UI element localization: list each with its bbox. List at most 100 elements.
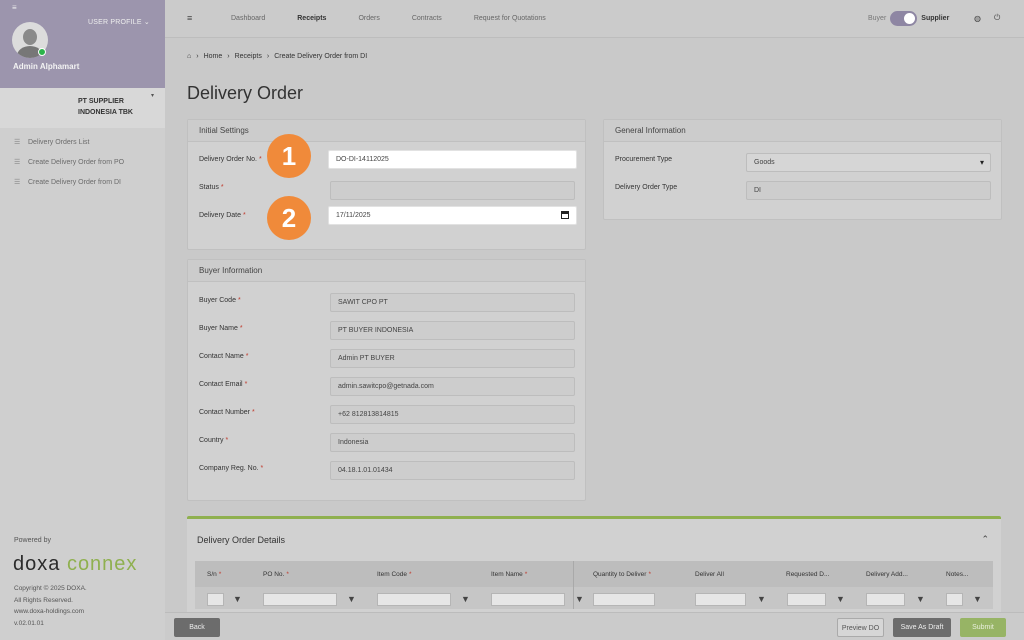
filter-delivery-address-input[interactable]	[866, 593, 905, 606]
col-qty-to-deliver[interactable]: Quantity to Deliver *	[593, 571, 651, 578]
filter-icon[interactable]: ▼	[973, 594, 982, 604]
col-requested-date[interactable]: Requested D...	[786, 571, 829, 578]
chevron-up-icon[interactable]: ⌃	[981, 534, 989, 545]
supplier-label: Supplier	[921, 15, 950, 22]
calendar-icon[interactable]	[561, 211, 569, 219]
top-nav: Dashboard Receipts Orders Contracts Requ…	[231, 15, 578, 22]
do-type-field: DI	[746, 181, 991, 200]
buyer-code-label: Buyer Code *	[199, 297, 241, 304]
filter-icon[interactable]: ▼	[836, 594, 845, 604]
footer-info: Copyright © 2025 DOXA. All Rights Reserv…	[14, 583, 87, 629]
contact-name-field: Admin PT BUYER	[330, 349, 575, 368]
col-po-no[interactable]: PO No. *	[263, 571, 289, 578]
buyer-label: Buyer	[868, 15, 887, 22]
col-sn[interactable]: S/n *	[207, 571, 221, 578]
filter-requested-date-input[interactable]	[787, 593, 826, 606]
filter-item-name-input[interactable]	[491, 593, 565, 606]
contact-number-field: +62 812813814815	[330, 405, 575, 424]
general-information-title: General Information	[604, 120, 1001, 142]
save-as-draft-button[interactable]: Save As Draft	[893, 618, 951, 637]
initial-settings-title: Initial Settings	[188, 120, 585, 142]
filter-icon[interactable]: ▼	[757, 594, 766, 604]
company-name: PT SUPPLIER INDONESIA TBK	[78, 98, 133, 116]
col-item-name[interactable]: Item Name *	[491, 571, 527, 578]
breadcrumb-home[interactable]: Home	[204, 53, 223, 60]
caret-down-icon[interactable]: ▾	[151, 92, 154, 99]
do-type-label: Delivery Order Type	[615, 184, 678, 191]
nav-orders[interactable]: Orders	[358, 15, 379, 22]
sidebar-item-label: Create Delivery Order from DI	[28, 178, 121, 186]
preview-do-button[interactable]: Preview DO	[837, 618, 884, 637]
buyer-information-title: Buyer Information	[188, 260, 585, 282]
filter-icon[interactable]: ▼	[461, 594, 470, 604]
nav-dashboard[interactable]: Dashboard	[231, 15, 265, 22]
filter-icon[interactable]: ▼	[575, 594, 584, 604]
sidebar-item-label: Create Delivery Order from PO	[28, 158, 125, 166]
procurement-type-select[interactable]: Goods ▾	[746, 153, 991, 172]
sidebar-item-create-do-from-po[interactable]: ☰ Create Delivery Order from PO	[14, 152, 124, 172]
details-grid-filter-row: ▼ ▼ ▼ ▼ ▼ ▼ ▼ ▼	[195, 587, 993, 609]
contact-name-label: Contact Name *	[199, 353, 249, 360]
submit-button[interactable]: Submit	[960, 618, 1006, 637]
filter-po-no-input[interactable]	[263, 593, 337, 606]
nav-contracts[interactable]: Contracts	[412, 15, 442, 22]
role-switch: Buyer Supplier	[868, 11, 949, 26]
step-badge-2: 2	[267, 196, 311, 240]
hamburger-icon[interactable]: ≡	[187, 13, 192, 23]
delivery-order-no-input[interactable]: DO-DI-14112025	[328, 150, 577, 169]
copyright-text: Copyright © 2025 DOXA.	[14, 585, 87, 592]
list-icon: ☰	[14, 139, 21, 146]
breadcrumb-separator-icon: ›	[227, 53, 230, 60]
company-reg-label: Company Reg. No. *	[199, 465, 264, 472]
filter-item-code-input[interactable]	[377, 593, 451, 606]
procurement-type-label: Procurement Type	[615, 156, 673, 163]
top-bar: ≡ Dashboard Receipts Orders Contracts Re…	[165, 0, 1024, 38]
breadcrumb-receipts[interactable]: Receipts	[235, 53, 262, 60]
nav-rfq[interactable]: Request for Quotations	[474, 15, 546, 22]
filter-sn-input[interactable]	[207, 593, 224, 606]
breadcrumb-separator-icon: ›	[266, 53, 270, 60]
online-status-icon	[38, 48, 46, 56]
nav-receipts[interactable]: Receipts	[297, 15, 326, 22]
profile-panel: ≡ USER PROFILE ⌄ Admin Alphamart	[0, 0, 165, 88]
details-grid-header: S/n * PO No. * Item Code * Item Name * Quant…	[195, 561, 993, 587]
filter-notes-input[interactable]	[946, 593, 963, 606]
company-selector[interactable]: PT SUPPLIER INDONESIA TBK ▾	[0, 88, 165, 128]
role-toggle[interactable]	[890, 11, 918, 26]
delivery-date-input[interactable]: 17/11/2025	[328, 206, 577, 225]
delivery-order-details: Delivery Order Details ⌃ S/n * PO No. * It…	[187, 516, 1001, 626]
globe-icon[interactable]: ◍	[974, 14, 981, 23]
powered-by: Powered by	[14, 537, 51, 544]
breadcrumb-current: Create Delivery Order from DI	[274, 53, 368, 60]
col-deliver-all[interactable]: Deliver All	[695, 571, 724, 578]
power-icon[interactable]: ⏻	[994, 13, 1000, 23]
col-notes[interactable]: Notes...	[946, 571, 968, 578]
menu-icon[interactable]: ≡	[12, 3, 17, 12]
back-button[interactable]: Back	[174, 618, 220, 637]
col-item-code[interactable]: Item Code *	[377, 571, 412, 578]
do-no-label: Delivery Order No. *	[199, 156, 262, 163]
user-profile-dropdown[interactable]: USER PROFILE ⌄	[88, 18, 150, 26]
company-reg-field: 04.18.1.01.01434	[330, 461, 575, 480]
home-icon[interactable]: ⌂	[187, 53, 191, 60]
filter-icon[interactable]: ▼	[347, 594, 356, 604]
rights-text: All Rights Reserved.	[14, 596, 73, 604]
country-field: Indonesia	[330, 433, 575, 452]
website-link[interactable]: www.doxa-holdings.com	[14, 606, 87, 618]
sidebar-item-create-do-from-di[interactable]: ☰ Create Delivery Order from DI	[14, 172, 124, 192]
col-delivery-address[interactable]: Delivery Add...	[866, 571, 908, 578]
sidebar-item-delivery-orders-list[interactable]: ☰ Delivery Orders List	[14, 132, 124, 152]
list-icon: ☰	[14, 159, 21, 166]
delivery-order-details-title: Delivery Order Details	[197, 535, 286, 545]
buyer-code-field: SAWIT CPO PT	[330, 293, 575, 312]
status-field	[330, 181, 575, 200]
filter-icon[interactable]: ▼	[233, 594, 242, 604]
initial-settings-card: Initial Settings Delivery Order No. * DO-…	[187, 119, 586, 250]
caret-down-icon: ▾	[979, 158, 984, 167]
filter-qty-input[interactable]	[593, 593, 655, 606]
general-information-card: General Information Procurement Type Goo…	[603, 119, 1002, 220]
filter-deliver-all-input[interactable]	[695, 593, 746, 606]
side-nav: ☰ Delivery Orders List ☰ Create Delivery…	[14, 132, 124, 192]
filter-icon[interactable]: ▼	[916, 594, 925, 604]
buyer-name-field: PT BUYER INDONESIA	[330, 321, 575, 340]
